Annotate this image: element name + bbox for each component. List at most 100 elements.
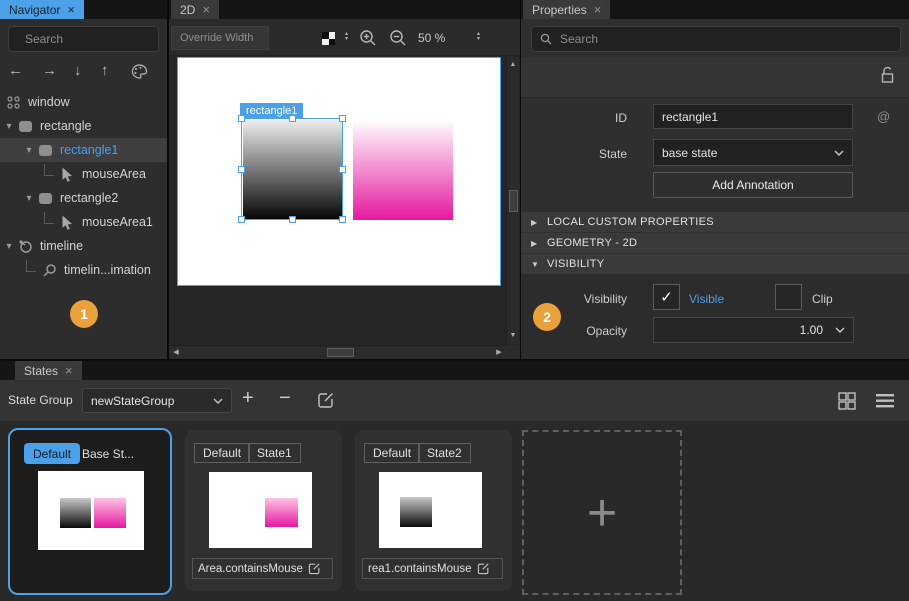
expander-icon[interactable]: ▾ (2, 121, 16, 132)
tree-item-label: rectangle1 (60, 143, 118, 157)
resize-handle[interactable] (289, 216, 296, 223)
tab-states[interactable]: States × (15, 361, 82, 380)
tree-item-mousearea1[interactable]: mouseArea1 (0, 210, 167, 234)
palette-icon[interactable] (131, 64, 148, 80)
state-name[interactable]: State2 (418, 443, 471, 463)
zoom-out-icon[interactable] (389, 29, 407, 47)
horizontal-scrollbar[interactable]: ◀ ▶ (169, 345, 506, 358)
navigator-search-input[interactable] (25, 32, 167, 46)
add-annotation-button[interactable]: Add Annotation (653, 172, 853, 198)
tab-2d[interactable]: 2D × (171, 0, 219, 19)
tab-navigator-label: Navigator (9, 3, 60, 17)
state-card-state2[interactable]: Default State2 rea1.containsMouse (355, 430, 512, 591)
component-icon (4, 95, 22, 110)
state-group-dropdown[interactable]: newStateGroup (82, 388, 232, 413)
state-default-pill[interactable]: Default (24, 443, 80, 464)
annotation-at-icon[interactable]: @ (877, 109, 890, 124)
section-geometry-2d[interactable]: ▶ GEOMETRY - 2D (521, 233, 909, 253)
navigator-search[interactable] (8, 26, 159, 52)
tree-item-rectangle[interactable]: ▾ rectangle (0, 114, 167, 138)
id-field[interactable]: rectangle1 (653, 104, 853, 129)
chevron-down-icon (835, 327, 845, 333)
tree-item-timeline-animation[interactable]: timelin...imation (0, 258, 167, 282)
visible-checkbox-label[interactable]: Visible (689, 292, 724, 306)
state-dropdown[interactable]: base state (653, 139, 853, 166)
tab-navigator[interactable]: Navigator × (0, 0, 84, 19)
expander-icon[interactable]: ▾ (22, 145, 36, 156)
close-icon[interactable]: × (202, 3, 210, 16)
state-thumbnail (379, 472, 482, 548)
clip-checkbox[interactable] (775, 284, 802, 310)
scroll-up-icon[interactable]: ▲ (507, 59, 519, 71)
rename-state-group-icon[interactable] (317, 391, 335, 409)
2d-canvas[interactable]: rectangle1 ▲ ▼ (169, 56, 520, 345)
scroll-right-icon[interactable]: ▶ (493, 346, 505, 359)
move-forward-icon[interactable]: → (42, 62, 57, 79)
grid-view-icon[interactable] (838, 392, 856, 410)
tab-properties[interactable]: Properties × (523, 0, 610, 19)
properties-search-input[interactable] (560, 32, 892, 46)
unlock-icon[interactable] (880, 65, 895, 84)
list-view-icon[interactable] (876, 393, 894, 409)
2d-view-panel: 2D × ▴▾ 50 % ▴▾ rectangle (169, 0, 520, 359)
tree-connector (26, 260, 36, 272)
state-name[interactable]: Base St... (82, 447, 134, 461)
add-state-card[interactable]: + (522, 430, 682, 595)
resize-handle[interactable] (238, 166, 245, 173)
expander-icon[interactable]: ▾ (22, 193, 36, 204)
tree-item-timeline[interactable]: ▾ timeline (0, 234, 167, 258)
id-label: ID (521, 111, 627, 125)
edit-icon[interactable] (308, 562, 321, 575)
scroll-left-icon[interactable]: ◀ (170, 346, 182, 359)
resize-handle[interactable] (289, 115, 296, 122)
close-icon[interactable]: × (594, 3, 602, 16)
close-icon[interactable]: × (67, 3, 75, 16)
tree-item-mousearea[interactable]: mouseArea (0, 162, 167, 186)
tree-item-rectangle2[interactable]: ▾ rectangle2 (0, 186, 167, 210)
move-backward-icon[interactable]: ← (8, 62, 23, 79)
override-width-input[interactable] (180, 32, 260, 44)
resize-handle[interactable] (238, 115, 245, 122)
state-name[interactable]: State1 (248, 443, 301, 463)
state-card-base[interactable]: Default Base St... (8, 428, 172, 595)
section-visibility[interactable]: ▼ VISIBILITY (521, 254, 909, 274)
vertical-scroll-thumb[interactable] (509, 190, 518, 212)
vertical-scrollbar[interactable]: ▲ ▼ (506, 57, 519, 344)
expander-icon[interactable]: ▾ (2, 241, 16, 252)
zoom-stepper[interactable]: ▴▾ (477, 32, 480, 42)
remove-state-group-icon[interactable]: − (279, 387, 291, 410)
move-down-icon[interactable]: ↓ (74, 62, 82, 79)
resize-handle[interactable] (238, 216, 245, 223)
when-condition-field[interactable]: Area.containsMouse (192, 558, 333, 579)
resize-handle[interactable] (339, 166, 346, 173)
section-local-custom-properties[interactable]: ▶ LOCAL CUSTOM PROPERTIES (521, 212, 909, 232)
state-default-button[interactable]: Default (364, 443, 420, 463)
edit-icon[interactable] (477, 562, 490, 575)
rectangle2-item[interactable] (353, 120, 453, 220)
selection-outline (241, 118, 343, 220)
scroll-down-icon[interactable]: ▼ (507, 330, 519, 342)
move-up-icon[interactable]: ↑ (101, 62, 109, 79)
resize-handle[interactable] (339, 115, 346, 122)
section-collapsed-icon: ▶ (531, 239, 547, 248)
state-default-button[interactable]: Default (194, 443, 250, 463)
properties-search[interactable] (531, 26, 901, 52)
background-stepper[interactable]: ▴▾ (345, 32, 348, 42)
clip-checkbox-label[interactable]: Clip (812, 292, 833, 306)
close-icon[interactable]: × (65, 364, 73, 377)
2d-tabbar: 2D × (169, 0, 520, 19)
visible-checkbox[interactable]: ✓ (653, 284, 680, 310)
tree-item-label: rectangle (40, 119, 91, 133)
add-state-group-icon[interactable]: + (242, 387, 254, 410)
navigator-toolbar: ← → ↓ ↑ (0, 58, 167, 88)
override-width-field[interactable] (171, 26, 269, 50)
tree-item-rectangle1[interactable]: ▾ rectangle1 (0, 138, 167, 162)
resize-handle[interactable] (339, 216, 346, 223)
tree-item-window[interactable]: window (0, 90, 167, 114)
horizontal-scroll-thumb[interactable] (327, 348, 354, 357)
when-condition-field[interactable]: rea1.containsMouse (362, 558, 503, 579)
state-card-state1[interactable]: Default State1 Area.containsMouse (185, 430, 342, 591)
zoom-in-icon[interactable] (359, 29, 377, 47)
opacity-field[interactable]: 1.00 (653, 317, 854, 343)
background-checker-icon[interactable] (322, 32, 335, 45)
